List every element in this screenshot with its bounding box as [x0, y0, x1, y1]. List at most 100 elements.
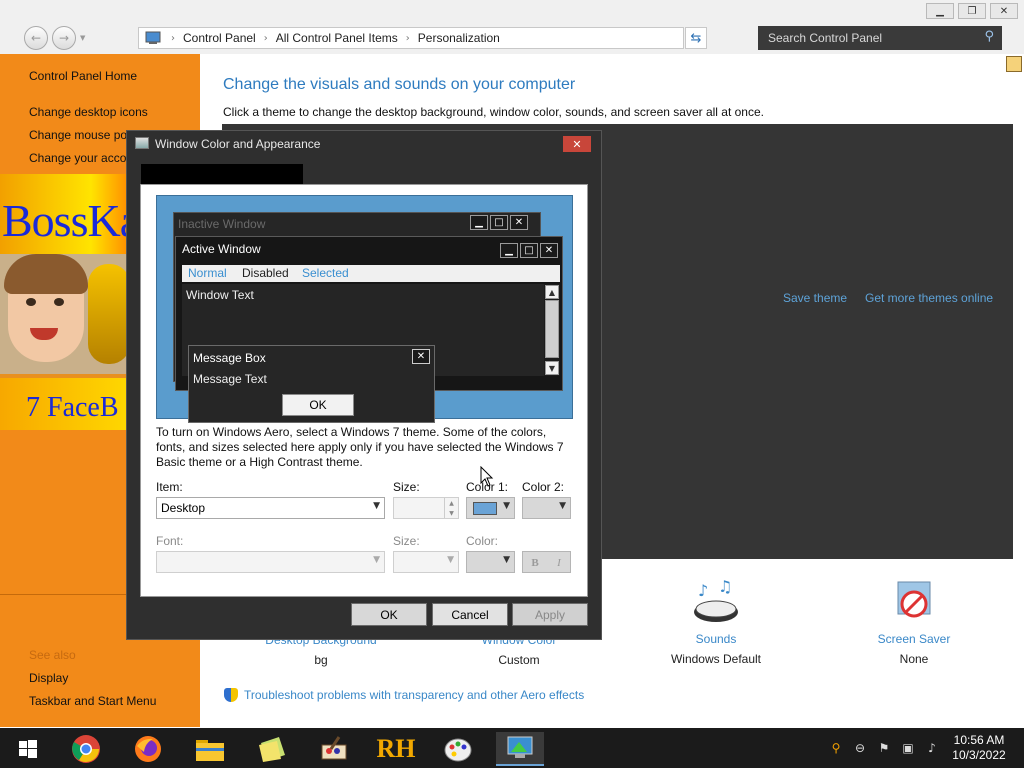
taskbar-paint-palette[interactable]: [434, 732, 482, 766]
restore-button[interactable]: ❐: [958, 3, 986, 19]
taskbar-firefox[interactable]: [124, 732, 172, 766]
size-spinner[interactable]: ▲ ▼: [393, 497, 459, 519]
menu-disabled[interactable]: Disabled: [242, 266, 289, 280]
minimize-button[interactable]: ▁: [926, 3, 954, 19]
color1-picker[interactable]: ▼: [466, 497, 515, 519]
font-select[interactable]: ▼: [156, 551, 385, 573]
banner-title: BossKa: [2, 195, 130, 246]
troubleshoot-link[interactable]: Troubleshoot problems with transparency …: [224, 688, 584, 702]
preview-scrollbar[interactable]: ▲ ▼: [544, 284, 560, 376]
eye-right: [54, 298, 64, 306]
sidebar-control-panel-home[interactable]: Control Panel Home: [29, 69, 137, 83]
help-icon[interactable]: [1006, 56, 1022, 72]
taskbar-rh-app[interactable]: RH: [372, 732, 420, 766]
hair-shape: [4, 254, 88, 294]
search-icon[interactable]: ⚲: [984, 29, 994, 44]
folder-icon: [196, 740, 224, 761]
message-ok-button[interactable]: OK: [282, 394, 354, 416]
breadcrumb-control-panel[interactable]: Control Panel: [183, 31, 256, 45]
search-input[interactable]: Search Control Panel ⚲: [758, 26, 1002, 50]
appearance-preview[interactable]: Inactive Window ▁ □ ✕ Active Window ▁ □ …: [156, 195, 573, 423]
refresh-button[interactable]: ⇆: [685, 27, 707, 49]
spinner-arrows-icon[interactable]: ▲ ▼: [444, 498, 458, 518]
breadcrumb-all-items[interactable]: All Control Panel Items: [276, 31, 398, 45]
message-box-title: Message Box: [193, 351, 266, 365]
scroll-up-icon[interactable]: ▲: [545, 285, 559, 299]
sidebar-change-account-picture[interactable]: Change your acco: [29, 151, 126, 165]
close-icon: ✕: [999, 5, 1009, 17]
back-button[interactable]: ←: [24, 26, 48, 50]
sounds-item[interactable]: ♪ ♫ Sounds Windows Default: [641, 578, 791, 666]
close-icon: ✕: [540, 243, 558, 258]
menu-normal[interactable]: Normal: [188, 266, 227, 280]
dialog-tab[interactable]: [141, 164, 303, 184]
sidebar-change-mouse-pointers[interactable]: Change mouse po: [29, 128, 127, 142]
font-label: Font:: [156, 534, 184, 548]
forward-arrow-icon: →: [58, 31, 70, 45]
eye-left: [26, 298, 36, 306]
breadcrumb-separator-icon: ›: [263, 32, 268, 44]
window-text: Window Text: [186, 288, 254, 302]
color2-picker[interactable]: ▼: [522, 497, 571, 519]
sticky-notes-icon: [259, 737, 285, 762]
aero-note: To turn on Windows Aero, select a Window…: [156, 425, 564, 469]
sidebar-taskbar-link[interactable]: Taskbar and Start Menu: [29, 694, 156, 708]
scroll-thumb[interactable]: [545, 300, 559, 358]
chevron-down-icon: ▼: [559, 501, 566, 511]
scroll-down-icon[interactable]: ▼: [545, 361, 559, 375]
screen-saver-item[interactable]: Screen Saver None: [839, 578, 989, 666]
palette-icon: [444, 738, 472, 762]
cancel-button[interactable]: Cancel: [432, 603, 508, 626]
font-color-picker[interactable]: ▼: [466, 551, 515, 573]
address-bar[interactable]: › Control Panel › All Control Panel Item…: [138, 27, 814, 49]
recent-pages-chevron-icon[interactable]: ▼: [80, 34, 85, 42]
start-button[interactable]: [4, 732, 52, 766]
italic-toggle[interactable]: I: [547, 552, 571, 574]
taskbar-control-panel[interactable]: [496, 732, 544, 766]
bold-toggle[interactable]: B: [523, 552, 547, 574]
get-more-themes-link[interactable]: Get more themes online: [865, 291, 993, 305]
minus-circle-icon[interactable]: ⊖: [852, 740, 868, 756]
system-clock[interactable]: 10:56 AM 10/3/2022: [944, 733, 1014, 763]
volume-icon[interactable]: ♪: [924, 740, 940, 756]
taskbar: RH ⚲ ⊖ ⚑ ▣ ♪ 10:56 AM 10/3/2022: [0, 728, 1024, 768]
maximize-icon: □: [490, 215, 508, 230]
search-tray-icon[interactable]: ⚲: [828, 740, 844, 756]
menu-selected[interactable]: Selected: [302, 266, 349, 280]
apply-button[interactable]: Apply: [512, 603, 588, 626]
forward-button[interactable]: →: [52, 26, 76, 50]
size-label: Size:: [393, 480, 420, 494]
sidebar-change-desktop-icons[interactable]: Change desktop icons: [29, 105, 148, 119]
ok-button[interactable]: OK: [351, 603, 427, 626]
sidebar-display-link[interactable]: Display: [29, 671, 68, 685]
shield-icon: [224, 688, 238, 702]
font-size-select[interactable]: ▼: [393, 551, 459, 573]
network-icon[interactable]: ▣: [900, 740, 916, 756]
taskbar-file-explorer[interactable]: [186, 732, 234, 766]
taskbar-paint-app[interactable]: [310, 732, 358, 766]
chevron-down-icon: ▼: [373, 555, 380, 565]
message-box-preview[interactable]: Message Box ✕ Message Text OK: [188, 345, 435, 423]
search-placeholder: Search Control Panel: [768, 31, 883, 45]
minimize-icon: ▁: [470, 215, 488, 230]
taskbar-sticky-notes[interactable]: [248, 732, 296, 766]
sounds-icon: ♪ ♫: [694, 578, 738, 622]
item-label: Item:: [156, 480, 183, 494]
taskbar-chrome[interactable]: [62, 732, 110, 766]
svg-text:♪: ♪: [698, 581, 708, 600]
address-row: ← → ▼ › Control Panel › All Control Pane…: [0, 22, 1024, 54]
breadcrumb-personalization[interactable]: Personalization: [418, 31, 500, 45]
close-window-button[interactable]: ✕: [990, 3, 1018, 19]
save-theme-link[interactable]: Save theme: [783, 291, 847, 305]
chevron-down-icon: ▼: [503, 501, 510, 511]
sounds-value: Windows Default: [670, 652, 762, 666]
firefox-icon: [135, 736, 161, 762]
clock-time: 10:56 AM: [953, 733, 1005, 747]
flag-icon[interactable]: ⚑: [876, 740, 892, 756]
screen-saver-label: Screen Saver: [877, 632, 951, 646]
dialog-close-button[interactable]: ✕: [563, 136, 591, 152]
item-select[interactable]: Desktop ▼: [156, 497, 385, 519]
sounds-label: Sounds: [695, 632, 737, 646]
control-panel-icon: [507, 736, 533, 758]
see-also-heading: See also: [29, 648, 76, 662]
